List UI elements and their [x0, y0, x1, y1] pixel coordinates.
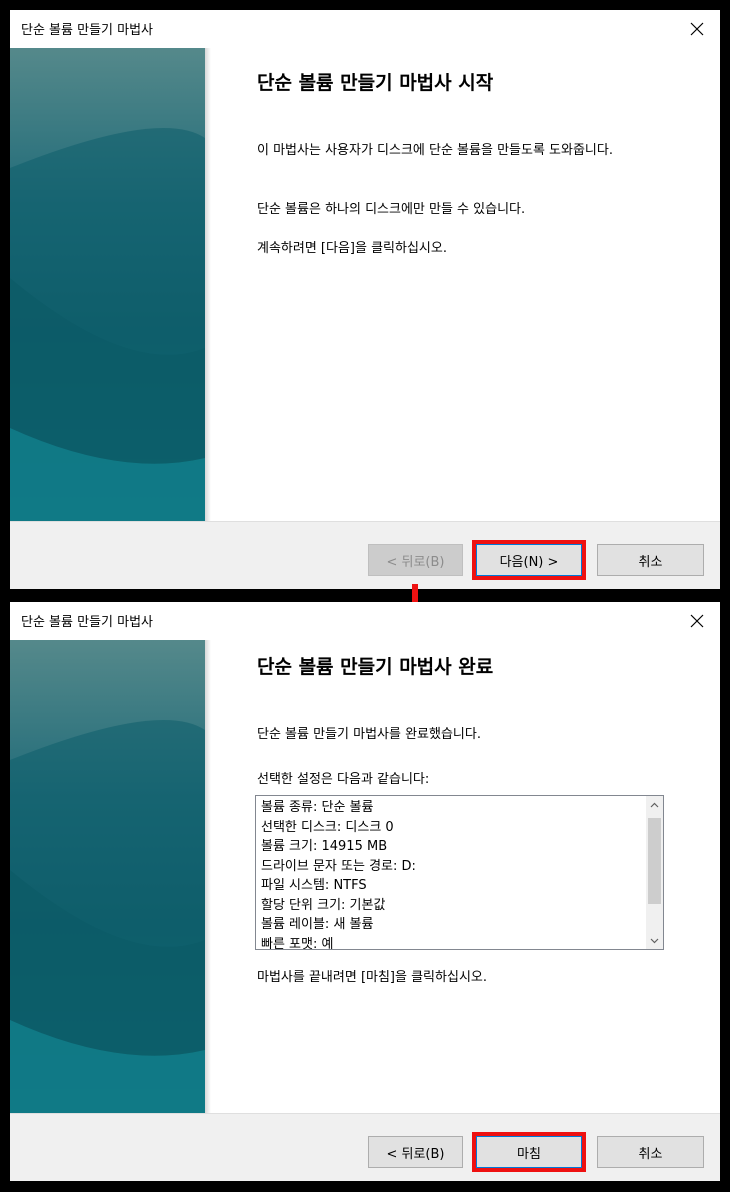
info-text: 단순 볼륨은 하나의 디스크에만 만들 수 있습니다. — [257, 202, 526, 217]
scroll-down-arrow-icon[interactable] — [646, 932, 663, 949]
settings-label: 선택한 설정은 다음과 같습니다: — [257, 772, 430, 787]
page-heading: 단순 볼륨 만들기 마법사 시작 — [257, 72, 494, 94]
finish-hint: 마법사를 끝내려면 [마침]을 클릭하십시오. — [257, 970, 487, 985]
settings-summary-box[interactable]: 볼륨 종류: 단순 볼륨 선택한 디스크: 디스크 0 볼륨 크기: 14915… — [255, 795, 664, 950]
wizard-side-banner — [10, 640, 205, 1113]
button-bar: < 뒤로(B) 다음(N) > 취소 — [10, 521, 720, 589]
summary-line: 선택한 디스크: 디스크 0 — [261, 819, 394, 835]
window-title: 단순 볼륨 만들기 마법사 — [21, 615, 153, 630]
close-icon — [690, 614, 704, 628]
summary-line: 파일 시스템: NTFS — [261, 878, 367, 893]
back-button[interactable]: < 뒤로(B) — [368, 544, 463, 576]
wizard-side-banner — [10, 48, 205, 521]
close-icon — [690, 22, 704, 36]
title-bar: 단순 볼륨 만들기 마법사 — [10, 602, 720, 640]
cancel-button[interactable]: 취소 — [597, 1136, 704, 1168]
back-button[interactable]: < 뒤로(B) — [368, 1136, 463, 1168]
settings-summary-list: 볼륨 종류: 단순 볼륨 선택한 디스크: 디스크 0 볼륨 크기: 14915… — [261, 798, 641, 950]
banner-divider — [205, 48, 211, 521]
cancel-button[interactable]: 취소 — [597, 544, 704, 576]
button-bar: < 뒤로(B) 마침 취소 — [10, 1113, 720, 1181]
next-button[interactable]: 다음(N) > — [472, 540, 586, 580]
summary-line: 드라이브 문자 또는 경로: D: — [261, 858, 416, 874]
page-heading: 단순 볼륨 만들기 마법사 완료 — [257, 656, 494, 678]
close-button[interactable] — [674, 602, 720, 640]
scroll-thumb[interactable] — [648, 818, 661, 904]
summary-line: 볼륨 레이블: 새 볼륨 — [261, 917, 374, 932]
intro-text: 이 마법사는 사용자가 디스크에 단순 볼륨을 만들도록 도와줍니다. — [257, 143, 613, 158]
summary-line: 할당 단위 크기: 기본값 — [261, 897, 386, 913]
summary-line: 볼륨 크기: 14915 MB — [261, 839, 388, 854]
window-title: 단순 볼륨 만들기 마법사 — [21, 23, 153, 38]
summary-line: 볼륨 종류: 단순 볼륨 — [261, 800, 374, 815]
finish-button[interactable]: 마침 — [472, 1132, 586, 1172]
vertical-scrollbar[interactable] — [646, 796, 663, 949]
close-button[interactable] — [674, 10, 720, 48]
wizard-dialog-start: 단순 볼륨 만들기 마법사 단순 볼륨 만들기 마법사 시작 이 마법사는 사용… — [10, 10, 720, 589]
title-bar: 단순 볼륨 만들기 마법사 — [10, 10, 720, 48]
scroll-up-arrow-icon[interactable] — [646, 796, 663, 813]
complete-text: 단순 볼륨 만들기 마법사를 완료했습니다. — [257, 727, 481, 742]
summary-line: 빠른 포맷: 예 — [261, 936, 334, 950]
wizard-dialog-finish: 단순 볼륨 만들기 마법사 단순 볼륨 만들기 마법사 완료 단순 볼륨 만들기… — [10, 602, 720, 1181]
continue-hint: 계속하려면 [다음]을 클릭하십시오. — [257, 241, 447, 256]
banner-divider — [205, 640, 211, 1113]
